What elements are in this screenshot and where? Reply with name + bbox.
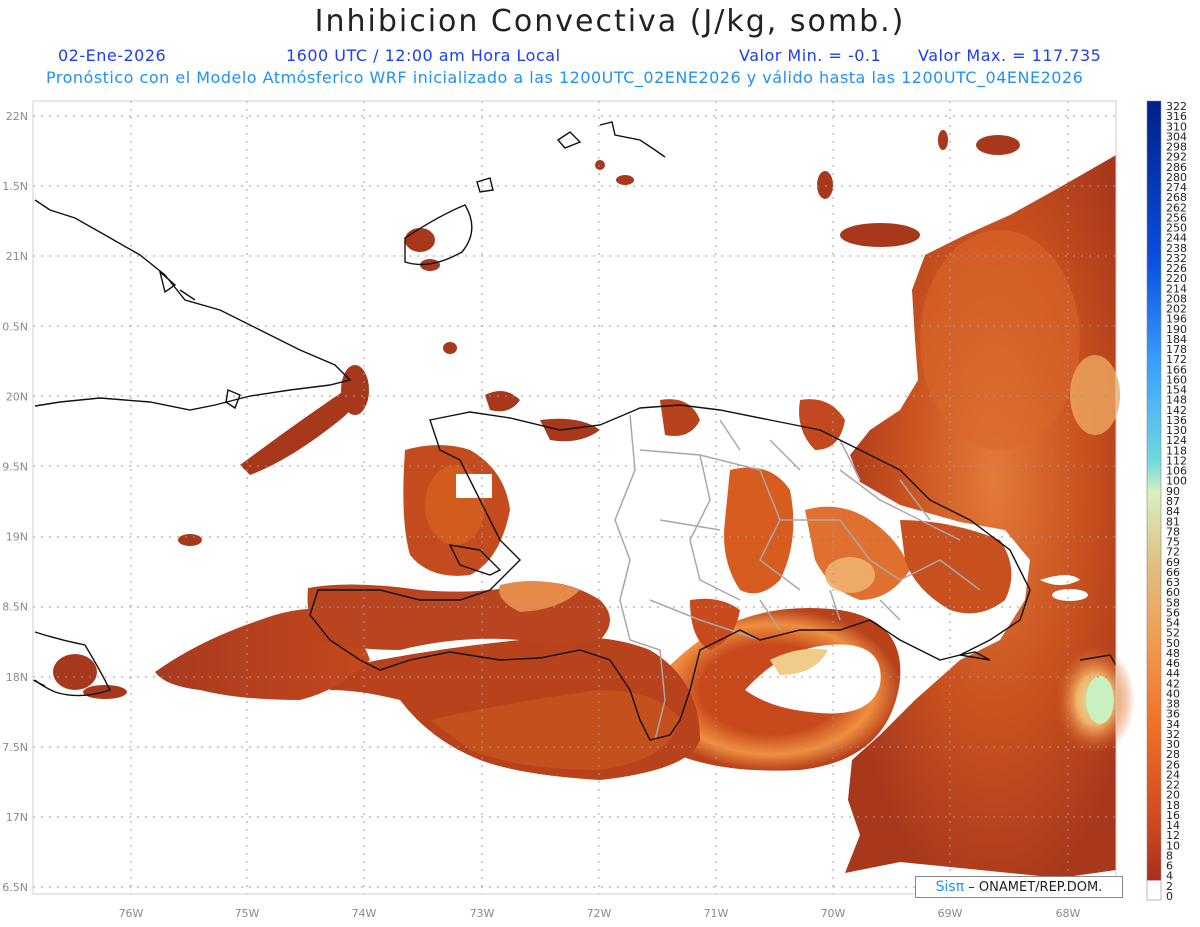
lat-label-8: 18N: [6, 671, 28, 684]
lon-label-71W: 71W: [704, 907, 729, 920]
lon-label-69W: 69W: [938, 907, 963, 920]
longitude-labels: 76W 75W 74W 73W 72W 71W 70W 69W 68W: [119, 907, 1081, 920]
colorbar-label-0: 0: [1166, 890, 1173, 903]
lon-label-75W: 75W: [235, 907, 260, 920]
lon-label-72W: 72W: [587, 907, 612, 920]
sispi-logo-text: Sisπ: [935, 879, 965, 895]
lon-label-73W: 73W: [470, 907, 495, 920]
lon-label-74W: 74W: [352, 907, 377, 920]
credit-org: – ONAMET/REP.DOM.: [968, 880, 1103, 895]
lat-label-1: 1.5N: [2, 180, 28, 193]
lat-label-6: 19N: [6, 531, 28, 544]
lon-label-70W: 70W: [821, 907, 846, 920]
lat-label-10: 17N: [6, 811, 28, 824]
lon-label-68W: 68W: [1056, 907, 1081, 920]
cin-map: 76W 75W 74W 73W 72W 71W 70W 69W 68W 22N 1.5N 21N 0.…: [2, 100, 1187, 920]
lon-label-76W: 76W: [119, 907, 144, 920]
lat-label-3: 0.5N: [2, 320, 28, 333]
lat-label-0: 22N: [6, 110, 28, 123]
colorbar-labels: 3223163103042982922862802742682622562502…: [1166, 100, 1187, 903]
credit-box: Sisπ – ONAMET/REP.DOM.: [915, 876, 1123, 898]
lat-label-4: 20N: [6, 390, 28, 403]
lat-label-9: 7.5N: [2, 741, 28, 754]
lat-label-7: 8.5N: [2, 601, 28, 614]
latitude-labels: 22N 1.5N 21N 0.5N 20N 9.5N 19N 8.5N 18N 7.5N 17N 6.…: [2, 110, 28, 894]
lat-label-11: 6.5N: [2, 881, 28, 894]
lat-label-2: 21N: [6, 250, 28, 263]
lat-label-5: 9.5N: [2, 461, 28, 474]
colorbar: [1146, 100, 1162, 901]
